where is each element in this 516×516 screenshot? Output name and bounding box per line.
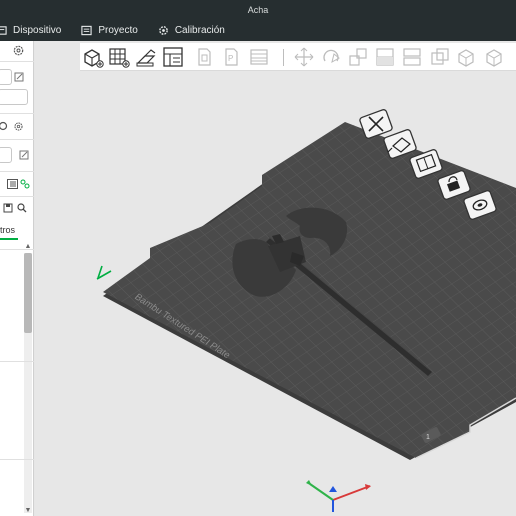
- split-objects-button[interactable]: [193, 46, 215, 68]
- cube-icon: [486, 49, 502, 67]
- axis-gizmo: [306, 480, 371, 512]
- slice-plate-button[interactable]: [162, 46, 184, 68]
- marker-icon: [96, 265, 112, 280]
- svg-text:P: P: [228, 54, 233, 63]
- auto-orient-button[interactable]: [135, 46, 157, 68]
- boolean-icon: [431, 48, 449, 65]
- toolbar-divider: [283, 49, 284, 66]
- more-tools-button[interactable]: [484, 46, 506, 68]
- build-plate-scene: Bambu Textured PEI Plate 1: [96, 109, 516, 512]
- support-paint-button[interactable]: [456, 46, 478, 68]
- rotate-button[interactable]: [320, 46, 342, 68]
- plate-number: 1: [426, 434, 430, 441]
- main-toolbar: P: [80, 43, 516, 71]
- rotate-icon: [323, 49, 340, 64]
- add-object-button[interactable]: [82, 46, 104, 68]
- move-icon: [294, 47, 314, 67]
- layers-button[interactable]: [248, 46, 270, 68]
- scale-icon: [349, 48, 367, 66]
- layers-icon: [250, 49, 268, 65]
- arrange-grid-button[interactable]: [108, 46, 130, 68]
- slicer-window: Acha Dispositivo Proyecto Calibración tr…: [0, 0, 516, 516]
- split-objects-icon: [198, 48, 211, 66]
- auto-orient-icon: [136, 49, 156, 67]
- add-object-icon: [84, 49, 104, 68]
- scale-button[interactable]: [347, 46, 369, 68]
- arrange-grid-icon: [109, 48, 130, 68]
- plate-grid: [103, 122, 516, 458]
- cut-icon: [403, 48, 421, 66]
- cut-button[interactable]: [401, 46, 423, 68]
- place-on-face-button[interactable]: [374, 46, 396, 68]
- split-parts-button[interactable]: P: [220, 46, 242, 68]
- place-on-face-icon: [376, 48, 394, 66]
- split-parts-icon: P: [225, 48, 238, 66]
- move-button[interactable]: [293, 46, 315, 68]
- boolean-button[interactable]: [429, 46, 451, 68]
- slice-plate-icon: [163, 47, 183, 67]
- support-paint-icon: [458, 49, 474, 67]
